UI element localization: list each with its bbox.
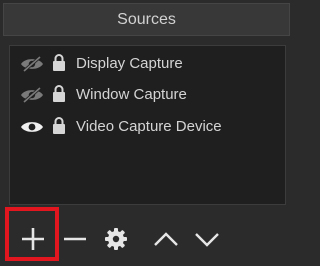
lock-icon[interactable] <box>52 116 66 135</box>
source-row-window-capture[interactable]: Window Capture <box>10 79 285 110</box>
add-source-button[interactable] <box>17 223 49 255</box>
remove-source-button[interactable] <box>59 223 91 255</box>
source-name: Window Capture <box>76 86 187 103</box>
chevron-down-icon <box>195 233 219 247</box>
move-source-up-button[interactable] <box>150 223 182 255</box>
source-row-display-capture[interactable]: Display Capture <box>10 48 285 79</box>
lock-icon[interactable] <box>52 84 66 103</box>
eye-hidden-icon[interactable] <box>20 55 44 73</box>
source-name: Display Capture <box>76 55 183 72</box>
gear-icon <box>105 228 127 250</box>
move-source-down-button[interactable] <box>191 223 223 255</box>
lock-icon[interactable] <box>52 53 66 72</box>
chevron-up-icon <box>154 232 178 246</box>
sources-panel: Sources Display Capture Window Capture V… <box>0 0 295 266</box>
eye-icon[interactable] <box>20 119 44 135</box>
minus-icon <box>64 237 86 241</box>
sources-list: Display Capture Window Capture Video Cap… <box>9 45 286 205</box>
source-properties-button[interactable] <box>100 223 132 255</box>
source-name: Video Capture Device <box>76 118 222 135</box>
sources-toolbar <box>0 207 295 266</box>
eye-hidden-icon[interactable] <box>20 86 44 104</box>
source-row-video-capture-device[interactable]: Video Capture Device <box>10 111 285 142</box>
plus-icon <box>22 228 44 250</box>
panel-title: Sources <box>3 3 290 36</box>
